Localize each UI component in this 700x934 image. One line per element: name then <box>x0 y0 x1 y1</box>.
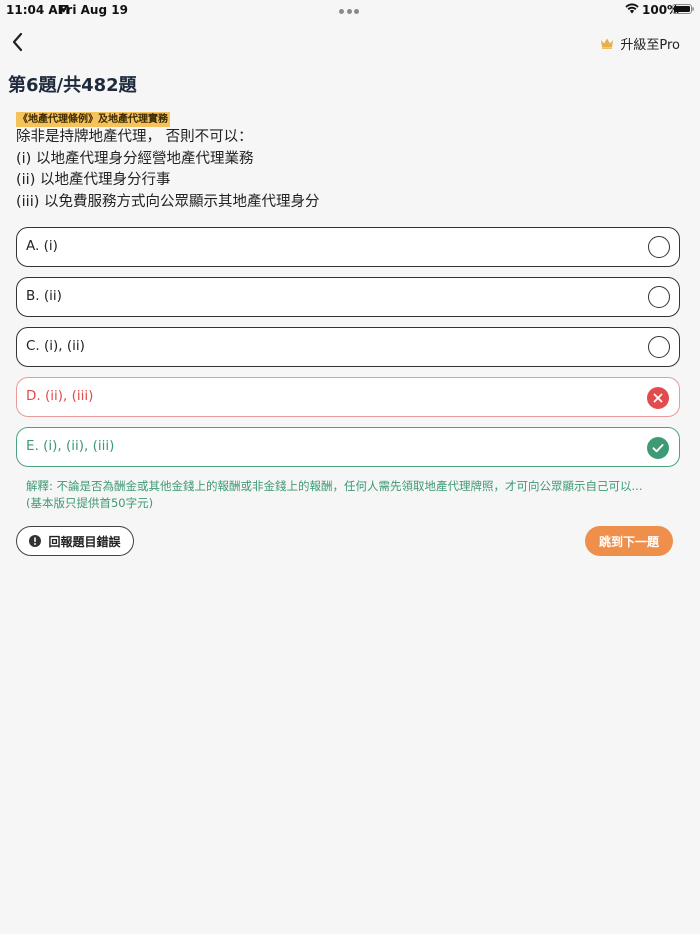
status-date: Fri Aug 19 <box>59 3 128 17</box>
option-e[interactable]: E. (i), (ii), (iii) <box>16 427 680 467</box>
question-line: (i) 以地產代理身分經營地產代理業務 <box>16 150 254 167</box>
back-chevron-icon[interactable] <box>8 30 30 54</box>
option-label: E. (i), (ii), (iii) <box>26 438 115 454</box>
option-label: D. (ii), (iii) <box>26 388 94 404</box>
crown-icon <box>601 38 614 49</box>
explanation-line: 解釋: 不論是否為酬金或其他金錢上的報酬或非金錢上的報酬，任何人需先領取地產代理… <box>26 479 643 493</box>
option-c[interactable]: C. (i), (ii) <box>16 327 680 367</box>
radio-circle-icon <box>648 236 670 258</box>
category-tag: 《地產代理條例》及地產代理實務 <box>16 112 170 127</box>
explanation-text: 解釋: 不論是否為酬金或其他金錢上的報酬或非金錢上的報酬，任何人需先領取地產代理… <box>26 478 678 511</box>
exclamation-circle-icon <box>29 535 42 547</box>
option-a[interactable]: A. (i) <box>16 227 680 267</box>
explanation-note: (基本版只提供首50字元) <box>26 495 154 510</box>
wifi-icon <box>625 3 639 14</box>
report-error-button[interactable]: 回報題目錯誤 <box>16 526 134 556</box>
next-question-button[interactable]: 跳到下一題 <box>585 526 673 556</box>
question-line: 除非是持牌地產代理， 否則不可以： <box>16 129 253 145</box>
option-label: B. (ii) <box>26 288 62 304</box>
question-line: (ii) 以地產代理身分行事 <box>16 172 171 188</box>
wrong-x-icon <box>647 387 669 409</box>
report-label: 回報題目錯誤 <box>48 534 121 549</box>
question-counter: 第6題/共482題 <box>8 75 137 96</box>
next-label: 跳到下一題 <box>598 534 659 549</box>
battery-icon <box>672 4 694 14</box>
option-b[interactable]: B. (ii) <box>16 277 680 317</box>
upgrade-label: 升級至Pro <box>620 37 680 53</box>
correct-check-icon <box>647 437 669 459</box>
question-text: 除非是持牌地產代理， 否則不可以： (i) 以地產代理身分經營地產代理業務 (i… <box>16 127 686 213</box>
option-label: A. (i) <box>26 238 58 254</box>
multitasking-dots-icon[interactable] <box>339 9 359 14</box>
quiz-screen: 11:04 AM Fri Aug 19 100% 升級至Pro 第6題/共482… <box>0 0 700 934</box>
radio-circle-icon <box>648 336 670 358</box>
question-line: (iii) 以免費服務方式向公眾顯示其地產代理身分 <box>16 193 320 210</box>
upgrade-pro-button[interactable]: 升級至Pro <box>600 33 680 53</box>
option-label: C. (i), (ii) <box>26 338 85 354</box>
option-d[interactable]: D. (ii), (iii) <box>16 377 680 417</box>
radio-circle-icon <box>648 286 670 308</box>
status-bar: 11:04 AM Fri Aug 19 100% <box>0 0 700 20</box>
